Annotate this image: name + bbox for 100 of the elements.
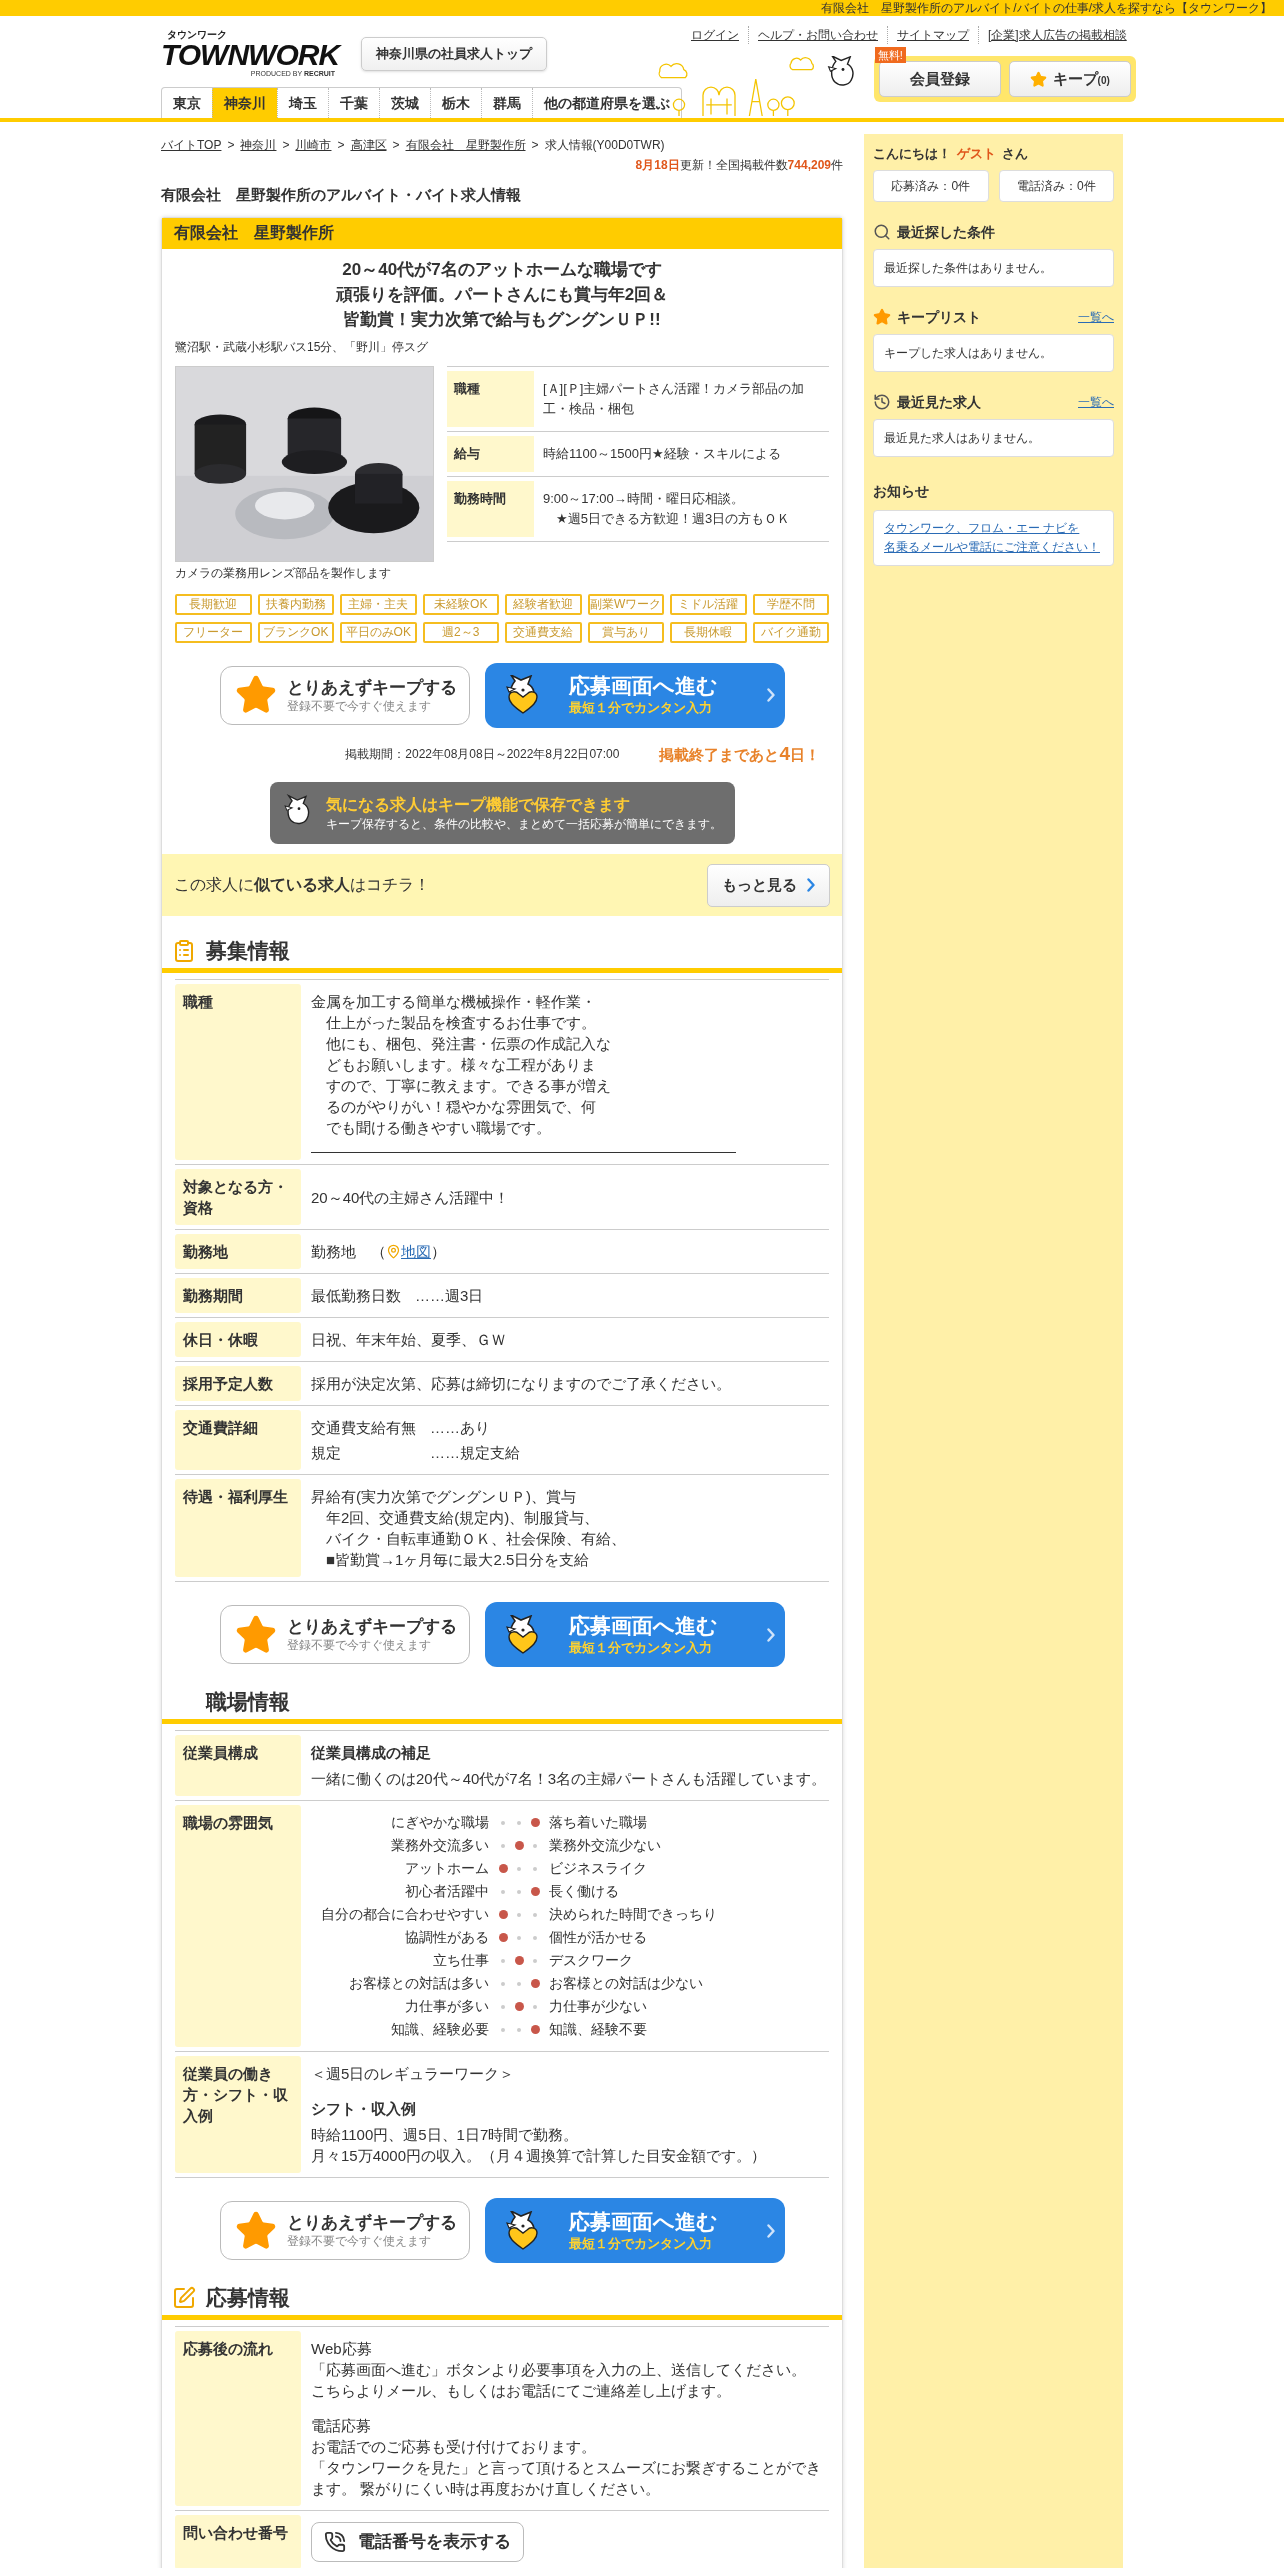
show-phone-button[interactable]: 電話番号を表示する: [311, 2522, 524, 2562]
star-icon: [1029, 70, 1047, 88]
posting-period: 掲載期間：2022年08月08日～2022年8月22日07:00: [345, 745, 620, 763]
detail-heading: 従業員構成の補足: [311, 1743, 432, 1763]
feature-tag: 副業Wワーク: [587, 593, 664, 615]
section-title: 募集情報: [206, 938, 290, 965]
feature-tag: 平日のみOK: [340, 621, 417, 643]
field-label: 職種: [175, 984, 301, 1160]
keep-button[interactable]: とりあえずキープする 登録不要で今すぐ使えます: [219, 665, 470, 725]
detail-text: 採用が決定次第、応募は締切になりますのでご了承ください。: [311, 1374, 732, 1394]
detail-text: 一緒に働くのは20代～40代が7名！3名の主婦パートさんも活躍しています。: [311, 1769, 828, 1789]
page-title: 有限会社 星野製作所のアルバイト・バイト求人情報: [161, 185, 522, 205]
breadcrumb-link[interactable]: バイトTOP: [161, 136, 222, 154]
keep-label: とりあえずキープする: [286, 2212, 457, 2234]
star-icon: [234, 1613, 277, 1656]
keep-list-button[interactable]: キープ(0): [1008, 61, 1131, 97]
header-link[interactable]: [企業]求人広告の掲載相談: [978, 26, 1136, 44]
current-page-label: 求人情報(Y00D0TWR): [544, 137, 665, 154]
phone-icon: [324, 2531, 346, 2553]
feature-tag: 賞与あり: [587, 621, 664, 643]
detail-value: ……週3日: [415, 1286, 485, 1306]
feature-tag: 学歴不問: [752, 593, 829, 615]
feature-tag: バイク通勤: [752, 621, 829, 643]
trait-label: 業務外交流少ない: [549, 1836, 661, 1855]
header-link[interactable]: ログイン: [682, 26, 748, 44]
chevron-right-icon: [766, 688, 775, 702]
feature-tag: フリーター: [175, 621, 252, 643]
free-badge: 無料!: [874, 47, 906, 63]
star-icon: [234, 2209, 277, 2252]
field-label: 従業員の働き方・シフト・収入例: [175, 2056, 301, 2173]
access-text: 鷺沼駅・武蔵小杉駅バス15分、「野川」停スグ: [174, 338, 430, 356]
trait-label: 知識、経験必要: [390, 2020, 489, 2039]
header-link[interactable]: ヘルプ・お問い合わせ: [748, 26, 887, 44]
panel-message: 最近探した条件はありません。: [873, 248, 1114, 287]
photo-caption: カメラの業務用レンズ部品を製作します: [175, 564, 392, 582]
keep-button[interactable]: とりあえずキープする 登録不要で今すぐ使えます: [219, 1605, 470, 1664]
breadcrumb-link[interactable]: 神奈川: [240, 136, 277, 154]
company-name: 有限会社 星野製作所: [162, 217, 842, 249]
chevron-right-icon: [807, 878, 815, 892]
see-more-button[interactable]: もっと見る: [707, 863, 830, 907]
prefecture-tab[interactable]: 東京: [162, 88, 212, 118]
section-title: 職場情報: [206, 1689, 290, 1716]
trait-label: 初心者活躍中: [404, 1882, 489, 1901]
keep-note: 登録不要で今すぐ使えます: [286, 1638, 432, 1653]
trait-label: 個性が活かせる: [549, 1928, 647, 1947]
field-label: 応募後の流れ: [175, 2331, 301, 2506]
prefecture-tab[interactable]: 神奈川: [212, 88, 277, 118]
trait-label: 力仕事が少ない: [549, 1997, 647, 2016]
field-label: 休日・休暇: [175, 1322, 301, 1357]
trait-label: アットホーム: [404, 1859, 489, 1878]
list-link[interactable]: 一覧へ: [1078, 308, 1114, 326]
detail-key: 規定: [311, 1442, 416, 1463]
map-link[interactable]: 地図: [401, 1241, 431, 1262]
detail-value: ……規定支給: [430, 1443, 521, 1463]
keep-banner-title: 気になる求人はキープ機能で保存できます: [325, 795, 631, 816]
greeting: こんにちは！ ゲスト さん: [873, 145, 1029, 163]
keep-label: とりあえずキープする: [286, 1616, 457, 1638]
apply-note: 最短１分でカンタン入力: [568, 699, 713, 717]
trait-label: 力仕事が多い: [404, 1997, 489, 2016]
panel-message: キープした求人はありません。: [873, 333, 1114, 372]
breadcrumb-link[interactable]: 高津区: [350, 136, 387, 154]
header-link[interactable]: サイトマップ: [887, 26, 978, 44]
apply-note: 最短１分でカンタン入力: [568, 1638, 713, 1657]
trait-label: 立ち仕事: [432, 1951, 489, 1970]
deadline-notice: 掲載終了まであと4日！: [659, 741, 820, 766]
prefecture-top-button[interactable]: 神奈川県の社員求人トップ: [361, 36, 548, 71]
notice-link[interactable]: タウンワーク、フロム・エー ナビを 名乗るメールや電話にご注意ください！: [884, 518, 1103, 557]
apply-label: 応募画面へ進む: [568, 673, 719, 699]
trait-label: ビジネスライク: [549, 1859, 647, 1878]
field-label: 勤務地: [175, 1234, 301, 1269]
count-box: 電話済み：0件: [998, 169, 1114, 202]
count-box: 応募済み：0件: [873, 169, 989, 202]
breadcrumb-separator: >: [531, 137, 539, 154]
breadcrumb-link[interactable]: 有限会社 星野製作所: [405, 136, 526, 154]
apply-button[interactable]: 応募画面へ進む 最短１分でカンタン入力: [484, 662, 785, 728]
detail-text: 時給1100円、週5日、1日7時間で勤務。 月々15万4000円の収入。（月４週換算で計算した目安金額です。）: [311, 2125, 768, 2166]
top-strip: 有限会社 星野製作所のアルバイト/バイトの仕事/求人を探すなら【タウンワーク】: [0, 0, 1284, 16]
job-headline: 20～40代が7名のアットホームな職場です 頑張りを評価。パートさんにも賞与年2回＆ 皆勤賞！実力次第で給与もグングンＵＰ!!: [334, 258, 670, 331]
field-label: 交通費詳細: [175, 1410, 301, 1470]
detail-text: Web応募 「応募画面へ進む」ボタンより必要事項を入力の上、送信してください。 こちらよりメール、もしくはお電話にてご連絡差し上げます。: [311, 2339, 807, 2401]
breadcrumb-separator: >: [337, 137, 345, 154]
section-title: 応募情報: [206, 2285, 290, 2312]
detail-text: 日祝、年末年始、夏季、ＧＷ: [311, 1330, 507, 1350]
register-button[interactable]: 会員登録: [878, 61, 1001, 97]
breadcrumb-link[interactable]: 川崎市: [295, 136, 332, 154]
field-label: 勤務時間: [447, 480, 534, 537]
detail-text: 勤務地 （: [311, 1242, 386, 1262]
feature-tag: ブランクOK: [257, 621, 334, 643]
keep-button[interactable]: とりあえずキープする 登録不要で今すぐ使えます: [219, 2201, 470, 2260]
summary-text: 時給1100～1500円★経験・スキルによる: [542, 444, 782, 463]
field-label: 給与: [447, 435, 534, 472]
keep-note: 登録不要で今すぐ使えます: [286, 2234, 432, 2249]
detail-key: 最低勤務日数: [311, 1285, 401, 1306]
apply-button[interactable]: 応募画面へ進む 最短１分でカンタン入力: [484, 2198, 785, 2263]
chevron-right-icon: [766, 1627, 775, 1642]
apply-button[interactable]: 応募画面へ進む 最短１分でカンタン入力: [484, 1602, 785, 1667]
panel-title: キープリスト: [897, 307, 981, 327]
trait-label: 協調性がある: [404, 1928, 489, 1947]
list-link[interactable]: 一覧へ: [1078, 393, 1114, 411]
trait-label: 知識、経験不要: [549, 2020, 647, 2039]
